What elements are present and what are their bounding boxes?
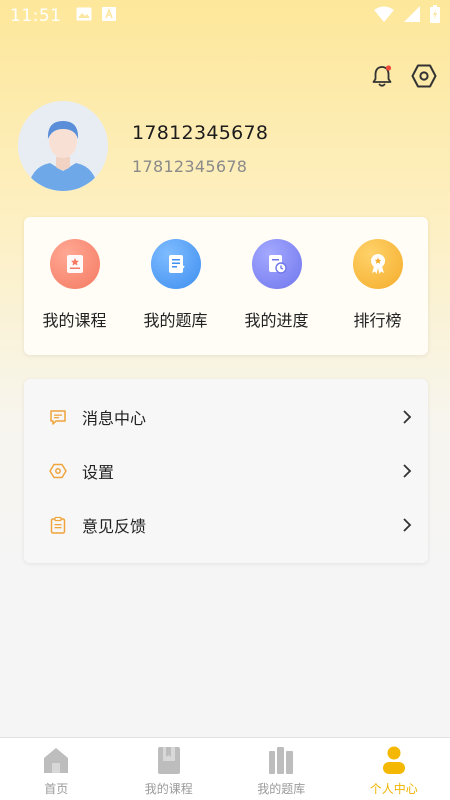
bell-icon [372,65,392,87]
avatar[interactable] [18,101,108,191]
top-actions [368,62,438,90]
gear-icon [411,64,437,88]
notification-bell-button[interactable] [368,62,396,90]
chevron-right-icon [400,464,414,478]
menu-label: 消息中心 [82,409,147,428]
profile-name: 17812345678 [132,122,269,144]
menu-label: 设置 [82,463,115,482]
menu-item-settings[interactable]: 设置 [24,444,428,498]
tab-profile-center[interactable]: 个人中心 [338,738,450,800]
progress-icon [251,239,302,289]
menu-item-message-center[interactable]: 消息中心 [24,390,428,444]
chevron-right-icon [400,518,414,532]
course-tab-icon [153,744,185,776]
tab-label: 个人中心 [369,782,418,796]
menu-label: 意见反馈 [82,517,147,536]
image-notification-icon [76,6,92,26]
question-bank-tab-icon [265,744,297,776]
settings-hex-button[interactable] [410,62,438,90]
menu-card: 消息中心 设置 意见反馈 [24,379,428,563]
ranking-icon [352,239,403,289]
tab-my-question-bank[interactable]: 我的题库 [225,738,338,800]
course-icon [49,239,100,289]
message-icon [48,407,68,427]
tab-label: 我的题库 [257,782,306,796]
shortcut-my-question-bank[interactable]: 我的题库 [133,239,219,331]
tab-label: 首页 [44,782,69,796]
tab-label: 我的课程 [144,782,193,796]
shortcut-ranking[interactable]: 排行榜 [335,239,421,331]
user-avatar-icon [18,101,108,191]
settings-icon [48,461,68,481]
bottom-tab-bar: 首页 我的课程 我的题库 个人中心 [0,737,450,800]
shortcut-card: 我的课程 我的题库 我的进度 排行榜 [24,217,428,355]
shortcut-label: 我的题库 [143,311,208,330]
wifi-icon [374,6,394,27]
question-bank-icon [150,239,201,289]
home-icon [40,744,72,776]
tab-home[interactable]: 首页 [0,738,113,800]
signal-icon [404,5,420,27]
profile-tab-icon [378,744,410,776]
status-bar: 11:51 [0,0,450,32]
shortcut-my-progress[interactable]: 我的进度 [234,239,320,331]
app-notification-icon [101,6,116,26]
feedback-icon [48,515,68,535]
shortcut-my-courses[interactable]: 我的课程 [32,239,118,331]
battery-charging-icon [430,4,440,28]
menu-item-feedback[interactable]: 意见反馈 [24,498,428,552]
status-time: 11:51 [10,6,62,26]
shortcut-label: 我的进度 [244,311,309,330]
tab-my-courses[interactable]: 我的课程 [113,738,226,800]
shortcut-label: 我的课程 [42,311,107,330]
profile-phone: 17812345678 [132,157,248,176]
chevron-right-icon [400,410,414,424]
shortcut-label: 排行榜 [353,311,402,330]
